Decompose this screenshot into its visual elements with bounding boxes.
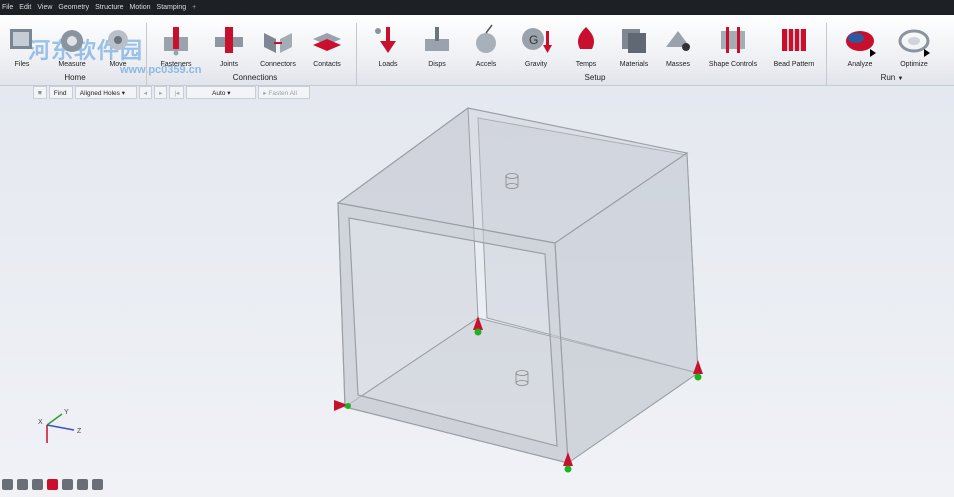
auto-dropdown[interactable]: Auto ▾ — [186, 86, 257, 99]
files-tool[interactable]: Files — [0, 23, 48, 75]
group-connections: Connections — [232, 73, 278, 82]
fasteners-label: Fasteners — [160, 61, 192, 68]
filter-dropdown[interactable]: Aligned Holes ▾ — [74, 86, 137, 99]
bead-pattern-icon — [782, 29, 806, 51]
gravity-label: Gravity — [524, 61, 548, 68]
view-cube-icon[interactable] — [32, 479, 43, 490]
gravity-tool[interactable]: G Gravity — [510, 23, 562, 75]
accels-tool[interactable]: Accels — [460, 23, 512, 75]
ribbon: 河东软件园 www.pc0359.cn Files Measure Move H… — [0, 15, 954, 86]
masses-icon — [666, 31, 690, 51]
view-toolbar — [2, 479, 103, 493]
pan-icon[interactable] — [17, 479, 28, 490]
disps-tool[interactable]: Disps — [411, 23, 463, 75]
materials-icon — [622, 29, 646, 53]
menu-structure[interactable]: Structure — [95, 4, 123, 11]
temps-tool[interactable]: Temps — [560, 23, 612, 75]
measure-icon — [61, 30, 83, 52]
connectors-label: Connectors — [260, 61, 296, 68]
axis-x-label: X — [38, 419, 43, 426]
fasten-all-label: Fasten All — [268, 90, 297, 97]
bead-pattern-tool[interactable]: Bead Pattern — [768, 23, 820, 75]
group-setup: Setup — [584, 73, 606, 82]
joints-tool[interactable]: Joints — [203, 23, 255, 75]
axis-y-label: Y — [64, 409, 69, 416]
contacts-icon — [313, 33, 341, 51]
play-icon: ▸ — [263, 90, 267, 97]
optimize-label: Optimize — [900, 61, 928, 68]
fasteners-tool[interactable]: Fasteners — [150, 23, 202, 75]
zoom-icon[interactable] — [77, 479, 88, 490]
loads-icon — [375, 27, 396, 53]
measure-label: Measure — [58, 61, 86, 68]
menu-geometry[interactable]: Geometry — [58, 4, 89, 11]
fasteners-subtoolbar: ≡ Find Aligned Holes ▾ ◂ ▸ |◂ Auto ▾ ▸ F… — [33, 86, 311, 99]
ribbon-separator — [356, 23, 357, 85]
connectors-icon — [264, 33, 292, 53]
move-label: Move — [109, 61, 127, 68]
fasteners-icon — [164, 27, 188, 56]
menu-stamping[interactable]: Stamping — [157, 4, 187, 11]
find-button[interactable]: Find — [48, 86, 73, 99]
ribbon-separator — [146, 23, 147, 85]
menu-file[interactable]: File — [2, 4, 13, 11]
next-icon[interactable]: ▸ — [154, 86, 168, 99]
fasten-all-button[interactable]: ▸ Fasten All — [258, 86, 311, 99]
zoom-fit-icon[interactable] — [62, 479, 73, 490]
menu-edit[interactable]: Edit — [19, 4, 31, 11]
contacts-label: Contacts — [313, 61, 341, 68]
masses-tool[interactable]: Masses — [652, 23, 704, 75]
axis-z-label: Z — [77, 428, 82, 435]
measure-tool[interactable]: Measure — [46, 23, 98, 75]
loads-tool[interactable]: Loads — [362, 23, 414, 75]
menu-icon[interactable]: ≡ — [33, 86, 47, 99]
bead-pattern-label: Bead Pattern — [773, 61, 815, 68]
group-run-label: Run — [880, 73, 896, 82]
temps-label: Temps — [575, 61, 597, 68]
move-icon — [108, 30, 128, 50]
menu-motion[interactable]: Motion — [130, 4, 151, 11]
connectors-tool[interactable]: Connectors — [252, 23, 304, 75]
group-home: Home — [64, 73, 86, 82]
svg-text:G: G — [529, 33, 538, 47]
chevron-down-icon: ▼ — [897, 76, 904, 82]
menu-view[interactable]: View — [37, 4, 52, 11]
menu-bar: File Edit View Geometry Structure Motion… — [0, 0, 954, 15]
group-run[interactable]: Run ▼ — [872, 73, 912, 82]
files-icon — [10, 29, 32, 49]
shape-controls-tool[interactable]: Shape Controls — [707, 23, 759, 75]
menu-add-button[interactable]: + — [192, 4, 196, 11]
analyze-icon — [846, 31, 876, 57]
analyze-label: Analyze — [847, 61, 873, 68]
accels-icon — [476, 24, 496, 53]
move-tool[interactable]: Move — [92, 23, 144, 75]
disps-icon — [425, 27, 449, 51]
contacts-tool[interactable]: Contacts — [301, 23, 353, 75]
shape-controls-icon — [721, 27, 745, 53]
materials-label: Materials — [619, 61, 649, 68]
render-icon[interactable] — [47, 479, 58, 490]
temps-icon — [578, 27, 594, 49]
joints-label: Joints — [219, 61, 239, 68]
previous-icon[interactable]: ◂ — [138, 86, 153, 99]
gravity-icon: G — [522, 28, 552, 53]
rotate-icon[interactable] — [2, 479, 13, 490]
optimize-tool[interactable]: Optimize — [888, 23, 940, 75]
shape-controls-label: Shape Controls — [708, 61, 758, 68]
accels-label: Accels — [475, 61, 497, 68]
analyze-tool[interactable]: Analyze — [834, 23, 886, 75]
loads-label: Loads — [378, 61, 398, 68]
masses-label: Masses — [665, 61, 691, 68]
settings-icon[interactable] — [92, 479, 103, 490]
axis-triad: Y Z X — [38, 409, 82, 443]
optimize-icon — [898, 29, 930, 57]
disps-label: Disps — [428, 61, 446, 68]
joints-icon — [215, 27, 243, 53]
ribbon-separator — [826, 23, 827, 85]
files-label: Files — [14, 61, 30, 68]
3d-viewport[interactable]: Y Z X — [0, 100, 954, 497]
first-icon[interactable]: |◂ — [169, 86, 185, 99]
